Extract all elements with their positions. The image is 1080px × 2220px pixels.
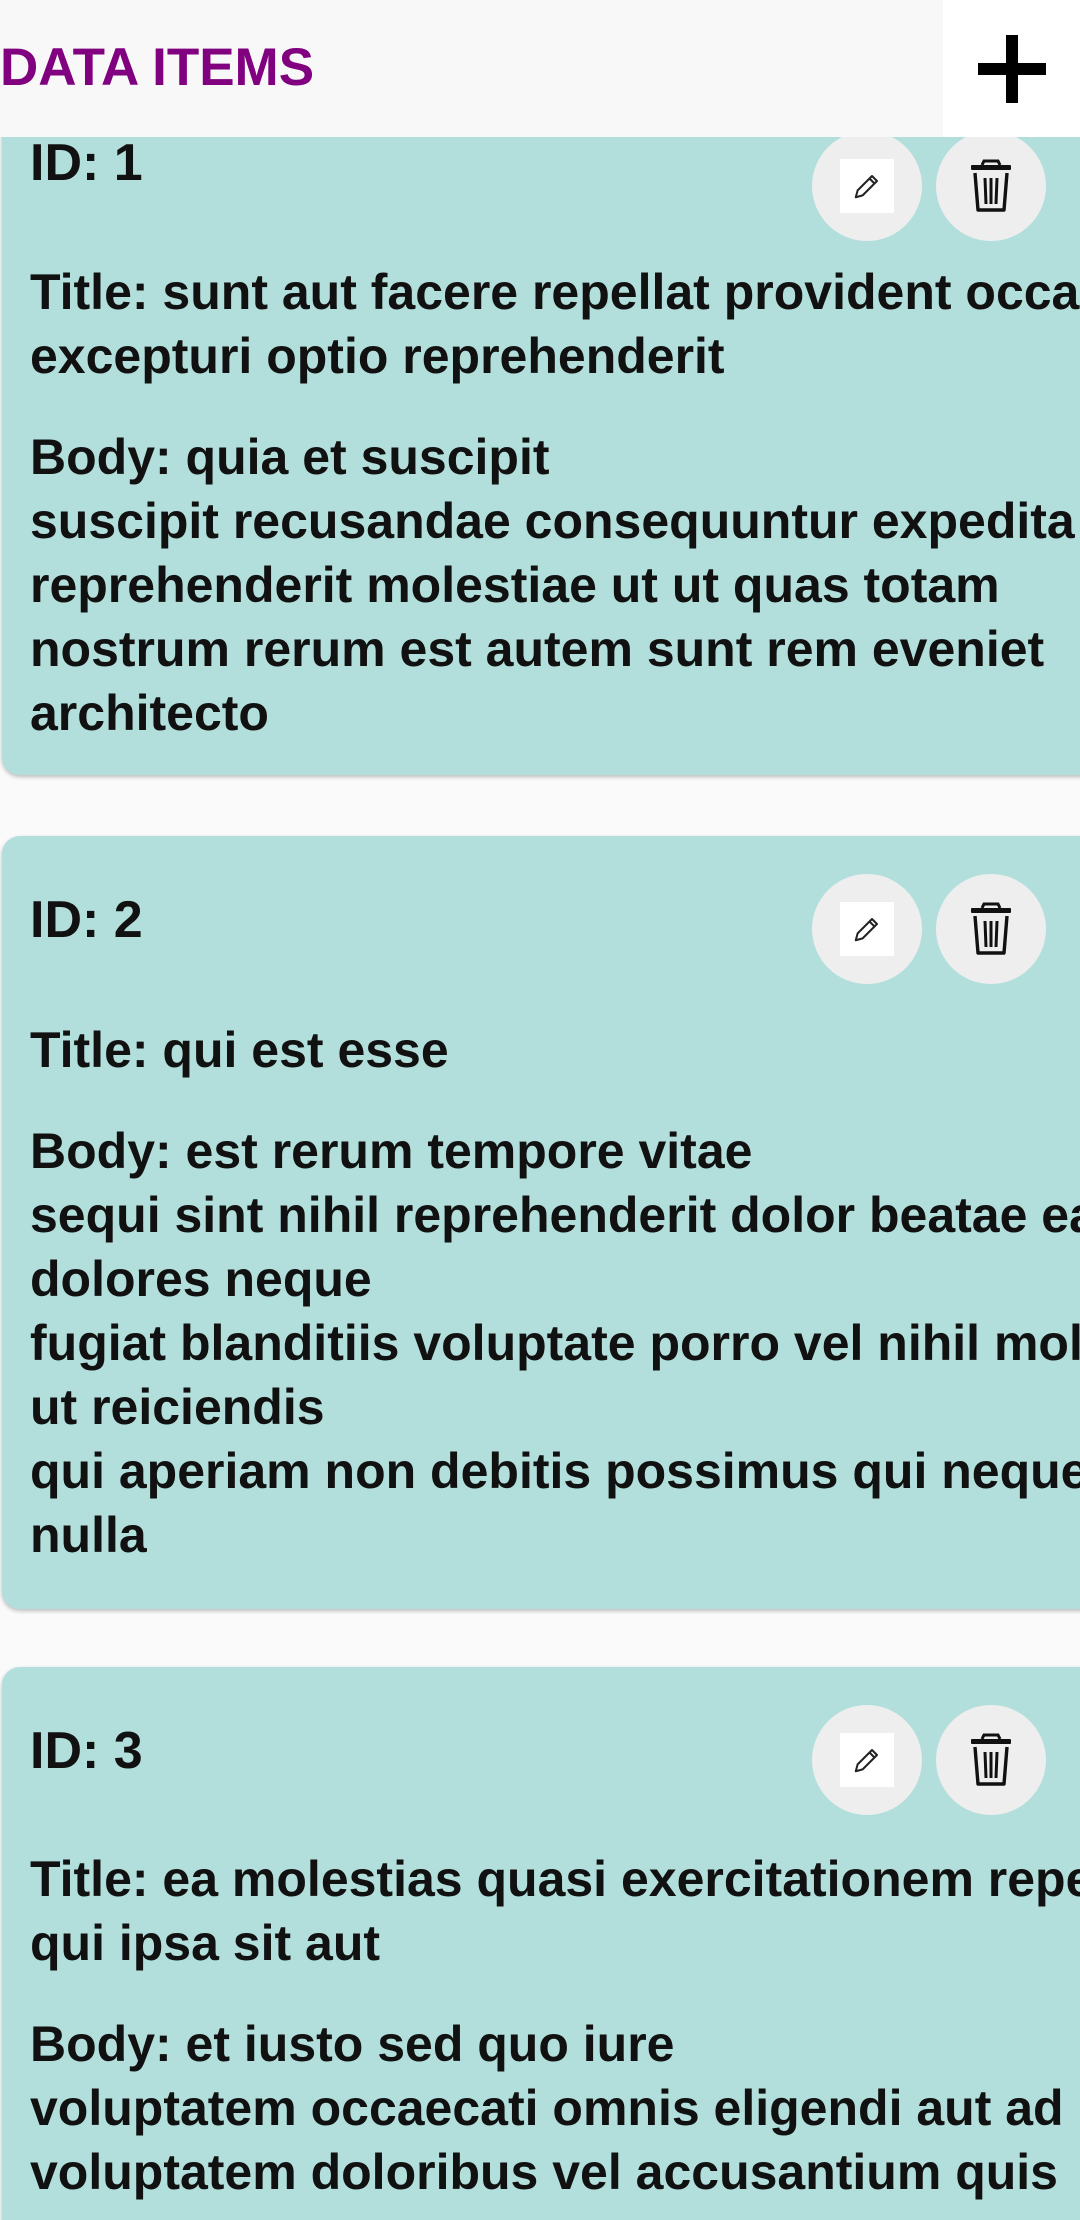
list-item: ID: 3 Title: ea molestias quasi exercita…	[2, 1667, 1080, 2220]
delete-button[interactable]	[936, 131, 1046, 241]
screen: ID: 1 Title: sunt aut facere repellat pr…	[0, 0, 1080, 2220]
item-id: ID: 3	[30, 1722, 143, 1780]
trash-icon	[971, 902, 1011, 955]
delete-button[interactable]	[936, 874, 1046, 984]
add-item-button[interactable]	[943, 0, 1080, 137]
trash-icon	[971, 1733, 1011, 1786]
page-title: DATA ITEMS	[0, 38, 315, 97]
plus-icon	[977, 34, 1046, 103]
item-title: Title: ea molestias quasi exercitationem…	[30, 1851, 1080, 1971]
edit-button[interactable]	[812, 874, 922, 984]
list-item: ID: 2 Title: qui est esse Body: est reru…	[2, 836, 1080, 1609]
item-id: ID: 2	[30, 891, 143, 949]
item-body: Body: et iusto sed quo iure voluptatem o…	[30, 2016, 1064, 2200]
item-body: Body: quia et suscipit suscipit recusand…	[30, 429, 1075, 741]
list-item: ID: 1 Title: sunt aut facere repellat pr…	[2, 80, 1080, 775]
edit-button-inner	[840, 159, 894, 213]
item-title: Title: sunt aut facere repellat providen…	[30, 264, 1080, 384]
delete-button[interactable]	[936, 1705, 1046, 1815]
trash-icon	[971, 159, 1011, 212]
edit-button-inner	[840, 902, 894, 956]
pencil-icon	[854, 1749, 878, 1773]
item-body: Body: est rerum tempore vitae sequi sint…	[30, 1123, 1080, 1563]
edit-button-inner	[840, 1733, 894, 1787]
item-id: ID: 1	[30, 134, 143, 192]
app-header: DATA ITEMS	[0, 0, 1080, 137]
pencil-icon	[854, 175, 878, 199]
pencil-icon	[854, 918, 878, 942]
edit-button[interactable]	[812, 131, 922, 241]
item-title: Title: qui est esse	[30, 1022, 449, 1078]
edit-button[interactable]	[812, 1705, 922, 1815]
